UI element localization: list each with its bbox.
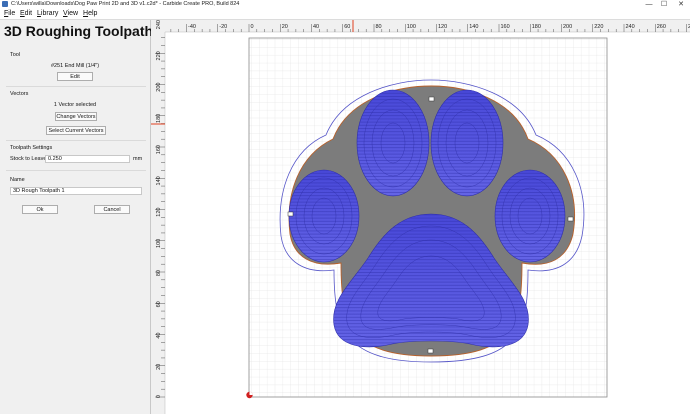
ruler-x-label: 260	[657, 24, 666, 30]
menu-file[interactable]: File	[4, 9, 15, 19]
ruler-x-label: 20	[282, 24, 288, 30]
handle-left[interactable]	[287, 211, 294, 217]
ruler-y-label: 100	[156, 239, 162, 248]
ruler-y-label: 120	[156, 208, 162, 217]
design-canvas[interactable]: -40 -20 0 20 40 60 80 100 120 140 160 180 200 220 240 2…	[151, 20, 690, 414]
stock-unit-label: mm	[133, 156, 143, 162]
tool-name: #251 End Mill (1/4")	[50, 63, 100, 69]
minimize-button[interactable]: —	[643, 0, 655, 9]
ruler-y-label: 160	[156, 145, 162, 154]
tool-section-header: Tool	[10, 52, 21, 58]
horizontal-ruler	[165, 20, 690, 32]
menu-view[interactable]: View	[63, 9, 78, 19]
maximize-button[interactable]: ☐	[658, 0, 670, 9]
toe-pad-inner-right	[430, 89, 504, 197]
handle-top[interactable]	[428, 96, 435, 102]
cancel-button[interactable]: Cancel	[94, 205, 130, 214]
vectors-section-header: Vectors	[10, 91, 29, 97]
divider	[6, 140, 146, 141]
stock-to-leave-label: Stock to Leave	[10, 156, 47, 162]
menu-edit[interactable]: Edit	[20, 9, 32, 19]
select-current-vectors-button[interactable]: Select Current Vectors	[46, 126, 106, 135]
ruler-x-label: -40	[188, 24, 196, 30]
ruler-y-label: 20	[156, 364, 162, 370]
ruler-y-label: 220	[156, 51, 162, 60]
ruler-y-label: 240	[156, 20, 162, 29]
canvas-svg[interactable]: -40 -20 0 20 40 60 80 100 120 140 160 180 200 220 240 2…	[151, 20, 690, 414]
change-vectors-button[interactable]: Change Vectors	[55, 112, 97, 121]
ruler-y-label: 140	[156, 176, 162, 185]
handle-right[interactable]	[567, 216, 574, 222]
ruler-x-label: 220	[594, 24, 603, 30]
ruler-x-label: 240	[626, 24, 635, 30]
ruler-x-label: 60	[344, 24, 350, 30]
handle-bottom[interactable]	[427, 348, 434, 354]
ruler-y-label: 60	[156, 301, 162, 307]
ruler-x-label: 40	[313, 24, 319, 30]
ruler-y-label: 40	[156, 333, 162, 339]
ruler-x-label: -20	[219, 24, 227, 30]
ruler-x-label: 180	[532, 24, 541, 30]
menu-bar: File Edit Library View Help	[0, 9, 690, 20]
window-title: C:\Users\willa\Downloads\Dog Paw Print 2…	[11, 1, 240, 7]
stock-to-leave-input[interactable]: 0.250	[45, 155, 130, 163]
toe-pad-inner-left	[356, 89, 430, 197]
ruler-y-label: 0	[156, 395, 162, 398]
ruler-x-label: 0	[251, 24, 254, 30]
toe-pad-right	[494, 169, 566, 263]
ruler-y-label: 80	[156, 270, 162, 276]
ruler-x-label: 120	[438, 24, 447, 30]
toolpath-name-input[interactable]: 3D Rough Toolpath 1	[10, 187, 142, 195]
ruler-x-label: 200	[563, 24, 572, 30]
ok-button[interactable]: Ok	[22, 205, 58, 214]
ruler-y-label: 200	[156, 83, 162, 92]
divider	[6, 170, 146, 171]
toe-pad-left	[288, 169, 360, 263]
toolpath-panel: 3D Roughing Toolpath Tool #251 End Mill …	[0, 20, 154, 414]
divider	[6, 86, 146, 87]
ruler-x-label: 100	[407, 24, 416, 30]
ruler-y-label: 180	[156, 114, 162, 123]
ruler-x-label: 80	[376, 24, 382, 30]
close-button[interactable]: ✕	[675, 0, 687, 9]
app-icon	[2, 1, 8, 7]
title-bar: C:\Users\willa\Downloads\Dog Paw Print 2…	[0, 0, 690, 9]
vectors-status: 1 Vector selected	[53, 102, 97, 108]
menu-library[interactable]: Library	[37, 9, 58, 19]
panel-title: 3D Roughing Toolpath	[4, 23, 154, 39]
name-section-header: Name	[10, 177, 25, 183]
ruler-x-label: 140	[469, 24, 478, 30]
ruler-x-label: 160	[501, 24, 510, 30]
settings-section-header: Toolpath Settings	[10, 145, 53, 151]
menu-help[interactable]: Help	[83, 9, 97, 19]
tool-edit-button[interactable]: Edit	[57, 72, 93, 81]
